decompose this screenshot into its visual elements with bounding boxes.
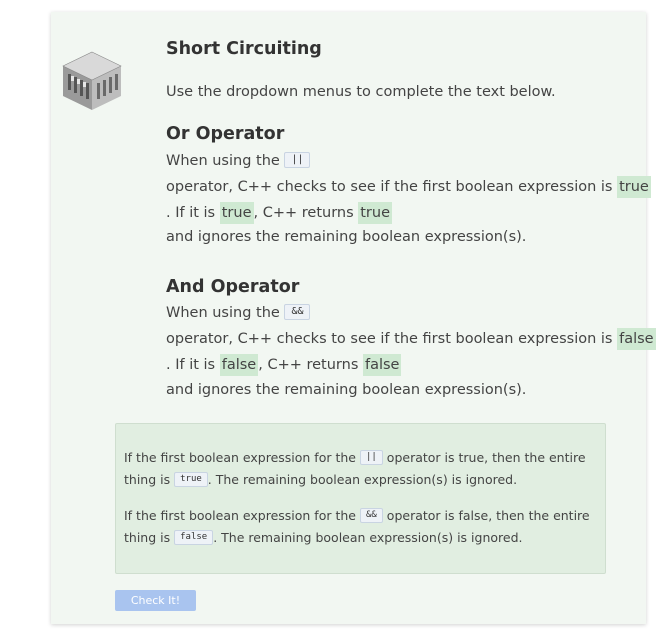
and-line-2-text: operator, C++ checks to see if the first… xyxy=(166,331,613,347)
intro-text: Use the dropdown menus to complete the t… xyxy=(166,84,556,100)
and-line-1: When using the && xyxy=(166,303,311,323)
summary-or-text-3: . The remaining boolean expression(s) is… xyxy=(207,472,518,487)
or-dropdown-2[interactable]: true xyxy=(219,202,254,224)
or-line-3: . If it is true, C++ returns true xyxy=(166,202,393,224)
and-dropdown-1[interactable]: false xyxy=(617,328,656,350)
summary-and-paragraph: If the first boolean expression for the … xyxy=(124,505,599,549)
or-line-3-prefix: . If it is xyxy=(166,205,216,221)
or-dropdown-3[interactable]: true xyxy=(358,202,393,224)
and-dropdown-2[interactable]: false xyxy=(219,354,259,376)
or-line-4: and ignores the remaining boolean expres… xyxy=(166,229,527,245)
summary-or-text-1: If the first boolean expression for the xyxy=(124,450,356,465)
or-line-2-text: operator, C++ checks to see if the first… xyxy=(166,179,613,195)
summary-and-text-1: If the first boolean expression for the xyxy=(124,508,356,523)
or-section-heading: Or Operator xyxy=(166,124,285,144)
and-line-3-prefix: . If it is xyxy=(166,357,216,373)
or-line-1: When using the || xyxy=(166,151,311,171)
and-section-heading: And Operator xyxy=(166,277,300,297)
and-line-3-middle: , C++ returns xyxy=(258,357,359,373)
or-line-1-text: When using the xyxy=(166,153,280,169)
building-logo-icon xyxy=(62,51,122,110)
and-line-4: and ignores the remaining boolean expres… xyxy=(166,382,527,398)
summary-or-value-code: true xyxy=(174,472,208,487)
check-it-button[interactable]: Check It! xyxy=(115,590,196,611)
or-operator-code: || xyxy=(284,152,311,168)
or-line-2: operator, C++ checks to see if the first… xyxy=(166,176,651,198)
and-dropdown-3[interactable]: false xyxy=(362,354,402,376)
or-line-3-middle: , C++ returns xyxy=(253,205,354,221)
and-line-2: operator, C++ checks to see if the first… xyxy=(166,328,656,350)
summary-and-value-code: false xyxy=(174,530,214,545)
summary-or-paragraph: If the first boolean expression for the … xyxy=(124,447,599,491)
summary-and-operator-code: && xyxy=(359,508,383,523)
and-line-1-text: When using the xyxy=(166,305,280,321)
and-operator-code: && xyxy=(284,304,311,320)
summary-or-operator-code: || xyxy=(359,450,383,465)
summary-and-text-3: . The remaining boolean expression(s) is… xyxy=(213,530,523,545)
or-dropdown-1[interactable]: true xyxy=(617,176,651,198)
summary-box: If the first boolean expression for the … xyxy=(115,423,606,574)
page-title: Short Circuiting xyxy=(166,39,322,59)
and-line-3: . If it is false, C++ returns false xyxy=(166,354,402,376)
